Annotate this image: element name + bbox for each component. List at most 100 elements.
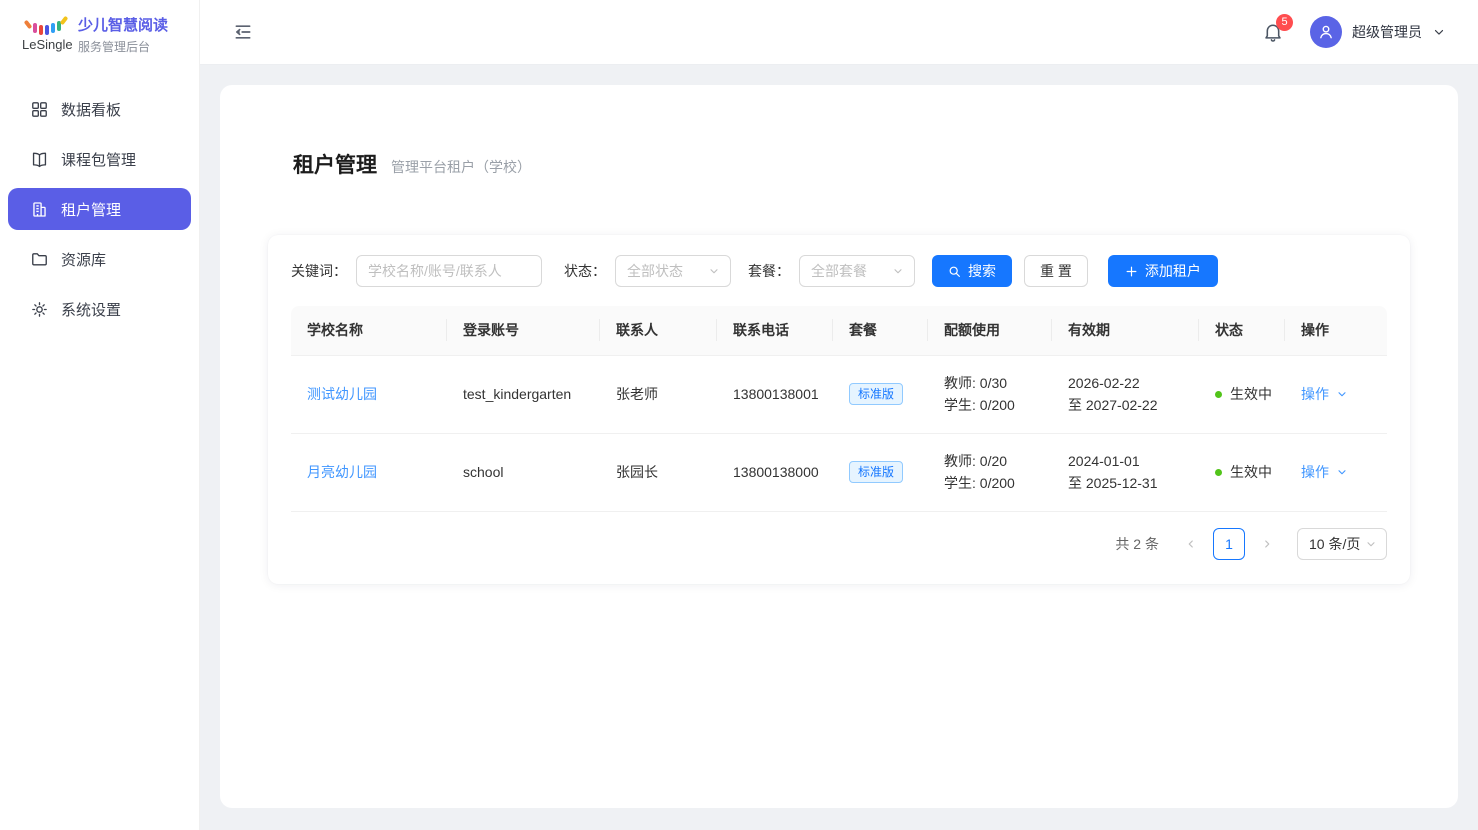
search-button[interactable]: 搜索 [932, 255, 1012, 287]
menu-fold-icon [233, 22, 253, 42]
col-plan: 套餐 [833, 306, 928, 355]
sidebar-item-course-packages[interactable]: 课程包管理 [8, 138, 191, 180]
content: 租户管理 管理平台租户（学校） 关键词： 状态： 全部状态 套餐： [200, 65, 1478, 830]
chevron-down-icon [1336, 466, 1348, 478]
page-header: 租户管理 管理平台租户（学校） [293, 149, 1410, 179]
pagination: 共 2 条 1 10 条/页 [291, 528, 1387, 560]
plan-select[interactable]: 全部套餐 [799, 255, 915, 287]
sidebar-item-label: 资源库 [61, 249, 106, 270]
col-phone: 联系电话 [717, 306, 833, 355]
plan-label: 套餐： [748, 261, 790, 281]
topbar: 5 超级管理员 [200, 0, 1478, 65]
valid-to: 至 2025-12-31 [1068, 472, 1183, 494]
status-badge: 生效中 [1230, 464, 1272, 480]
status-select-value: 全部状态 [627, 261, 683, 281]
table-row: 月亮幼儿园 school 张园长 13800138000 标准版 教师: 0/2… [291, 433, 1387, 511]
notifications-button[interactable]: 5 [1262, 21, 1284, 43]
col-school-name: 学校名称 [291, 306, 447, 355]
brand-text: 少儿智慧阅读 服务管理后台 [78, 16, 168, 55]
sidebar-item-settings[interactable]: 系统设置 [8, 288, 191, 330]
next-page-button[interactable] [1253, 528, 1281, 560]
contact-cell: 张园长 [600, 433, 717, 511]
col-quota: 配额使用 [928, 306, 1052, 355]
building-icon [29, 199, 49, 219]
keyword-label: 关键词： [291, 261, 347, 281]
chevron-down-icon [892, 265, 904, 277]
quota-student: 学生: 0/200 [944, 394, 1036, 416]
pagination-total: 共 2 条 [1115, 534, 1159, 554]
plan-badge: 标准版 [849, 383, 903, 405]
school-name-link[interactable]: 测试幼儿园 [307, 386, 377, 402]
brand-header: LeSingle 少儿智慧阅读 服务管理后台 [0, 0, 199, 70]
col-validity: 有效期 [1052, 306, 1199, 355]
status-cell: 生效中 [1199, 355, 1285, 433]
keyword-input[interactable] [356, 255, 542, 287]
row-actions-label: 操作 [1301, 462, 1329, 482]
sidebar-item-dashboard[interactable]: 数据看板 [8, 88, 191, 130]
prev-page-button[interactable] [1177, 528, 1205, 560]
plus-icon [1125, 265, 1138, 278]
contact-cell: 张老师 [600, 355, 717, 433]
collapse-sidebar-button[interactable] [233, 22, 253, 42]
row-actions-dropdown[interactable]: 操作 [1301, 384, 1348, 404]
quota-cell: 教师: 0/20 学生: 0/200 [928, 433, 1052, 511]
add-tenant-button-label: 添加租户 [1145, 261, 1201, 281]
gear-icon [29, 299, 49, 319]
login-account-cell: school [447, 433, 600, 511]
plan-select-value: 全部套餐 [811, 261, 867, 281]
page-size-select[interactable]: 10 条/页 [1297, 528, 1387, 560]
status-dot-icon [1215, 391, 1222, 398]
rainbow-bars-icon [23, 18, 67, 36]
topbar-right: 5 超级管理员 [1262, 16, 1446, 48]
status-badge: 生效中 [1230, 386, 1272, 402]
col-login-account: 登录账号 [447, 306, 600, 355]
quota-teacher: 教师: 0/30 [944, 372, 1036, 394]
brand-title: 少儿智慧阅读 [78, 16, 168, 35]
folder-icon [29, 249, 49, 269]
phone-cell: 13800138001 [717, 355, 833, 433]
user-menu[interactable]: 超级管理员 [1310, 16, 1446, 48]
status-cell: 生效中 [1199, 433, 1285, 511]
valid-from: 2026-02-22 [1068, 372, 1183, 394]
page-title: 租户管理 [293, 149, 377, 179]
page-size-value: 10 条/页 [1309, 534, 1360, 554]
sidebar-item-label: 系统设置 [61, 299, 121, 320]
dashboard-icon [29, 99, 49, 119]
quota-teacher: 教师: 0/20 [944, 450, 1036, 472]
add-tenant-button[interactable]: 添加租户 [1108, 255, 1218, 287]
chevron-down-icon [1365, 538, 1377, 550]
col-status: 状态 [1199, 306, 1285, 355]
sidebar-item-resources[interactable]: 资源库 [8, 238, 191, 280]
chevron-down-icon [1336, 388, 1348, 400]
page-1-button[interactable]: 1 [1213, 528, 1245, 560]
notification-badge: 5 [1276, 14, 1293, 31]
row-actions-dropdown[interactable]: 操作 [1301, 462, 1348, 482]
quota-student: 学生: 0/200 [944, 472, 1036, 494]
book-icon [29, 149, 49, 169]
sidebar-item-label: 数据看板 [61, 99, 121, 120]
school-name-link[interactable]: 月亮幼儿园 [307, 464, 377, 480]
filter-bar: 关键词： 状态： 全部状态 套餐： 全部套餐 [291, 255, 1387, 287]
status-select[interactable]: 全部状态 [615, 255, 731, 287]
chevron-right-icon [1261, 538, 1273, 550]
status-label: 状态： [564, 261, 606, 281]
table-row: 测试幼儿园 test_kindergarten 张老师 13800138001 … [291, 355, 1387, 433]
col-contact: 联系人 [600, 306, 717, 355]
validity-cell: 2026-02-22 至 2027-02-22 [1052, 355, 1199, 433]
reset-button[interactable]: 重 置 [1024, 255, 1088, 287]
col-actions: 操作 [1285, 306, 1387, 355]
avatar [1310, 16, 1342, 48]
chevron-down-icon [1432, 25, 1446, 39]
tenant-page-card: 租户管理 管理平台租户（学校） 关键词： 状态： 全部状态 套餐： [220, 85, 1458, 808]
reset-button-label: 重 置 [1040, 261, 1072, 281]
sidebar-item-tenants[interactable]: 租户管理 [8, 188, 191, 230]
sidebar: LeSingle 少儿智慧阅读 服务管理后台 数据看板 课程包管理 [0, 0, 200, 830]
quota-cell: 教师: 0/30 学生: 0/200 [928, 355, 1052, 433]
table-header-row: 学校名称 登录账号 联系人 联系电话 套餐 配额使用 有效期 状态 操作 [291, 306, 1387, 355]
app-root: LeSingle 少儿智慧阅读 服务管理后台 数据看板 课程包管理 [0, 0, 1478, 830]
sidebar-item-label: 租户管理 [61, 199, 121, 220]
validity-cell: 2024-01-01 至 2025-12-31 [1052, 433, 1199, 511]
row-actions-label: 操作 [1301, 384, 1329, 404]
tenant-table: 学校名称 登录账号 联系人 联系电话 套餐 配额使用 有效期 状态 操作 [291, 306, 1387, 512]
person-icon [1316, 22, 1336, 42]
